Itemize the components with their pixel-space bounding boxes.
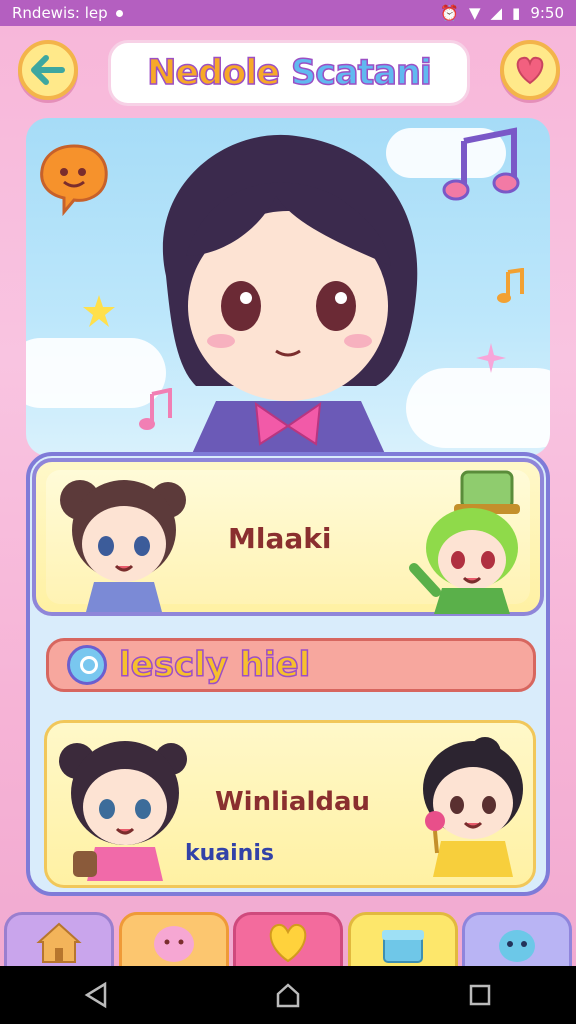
character-subtitle: kuainis: [185, 841, 274, 866]
arrow-left-icon: [31, 55, 65, 85]
heart-icon: [516, 56, 544, 85]
system-navigation-bar: [0, 966, 576, 1024]
home-icon[interactable]: [4, 912, 114, 972]
title-word-2: Scatani: [290, 52, 432, 94]
character-avatar: [423, 737, 523, 877]
recents-icon[interactable]: [465, 980, 495, 1010]
heart-icon[interactable]: [233, 912, 343, 972]
search-text: lescly hiel: [118, 644, 311, 686]
favorite-button[interactable]: [500, 40, 560, 100]
search-bar[interactable]: lescly hiel: [46, 638, 536, 692]
character-name: Mlaaki: [228, 522, 332, 555]
character-card[interactable]: Mlaaki: [32, 458, 544, 616]
search-icon: [67, 645, 107, 685]
bottom-nav: [0, 912, 576, 972]
star-icon: [83, 295, 115, 327]
home-button-icon[interactable]: [273, 980, 303, 1010]
character-list-panel: Mlaaki lescly hiel Winlialdau kuainis: [26, 452, 550, 896]
title-word-1: Nedole: [146, 52, 280, 94]
notification-dot-icon: [115, 9, 123, 17]
status-bar: Rndewis: lep ⏰ ▼ ◢ ▮ 9:50: [0, 0, 576, 26]
back-triangle-icon[interactable]: [81, 980, 111, 1010]
main-character-avatar: [162, 134, 418, 456]
hero-banner: [26, 118, 550, 456]
signal-icon: ◢: [490, 3, 503, 22]
character-name: Winlialdau: [215, 787, 371, 817]
status-time: 9:50: [530, 4, 564, 22]
page-title: Nedole Scatani: [108, 40, 470, 106]
wifi-icon: ▼: [468, 3, 481, 22]
character-card[interactable]: Winlialdau kuainis: [44, 720, 536, 888]
battery-icon: ▮: [512, 3, 521, 22]
chat-bubble-icon: [40, 144, 108, 217]
gift-box-icon[interactable]: [347, 912, 458, 972]
character-avatar: [59, 741, 187, 881]
alarm-icon: ⏰: [440, 3, 459, 22]
back-button[interactable]: [18, 40, 78, 100]
header: Nedole Scatani: [0, 30, 576, 116]
face-icon[interactable]: [118, 912, 229, 972]
character-avatar: [409, 470, 520, 614]
character-avatar: [60, 480, 186, 612]
pet-icon[interactable]: [462, 912, 572, 972]
status-app-name: Rndewis: lep: [12, 4, 108, 22]
music-note-icon: [497, 268, 524, 303]
sparkle-icon: [476, 343, 506, 373]
music-note-icon: [442, 127, 520, 201]
